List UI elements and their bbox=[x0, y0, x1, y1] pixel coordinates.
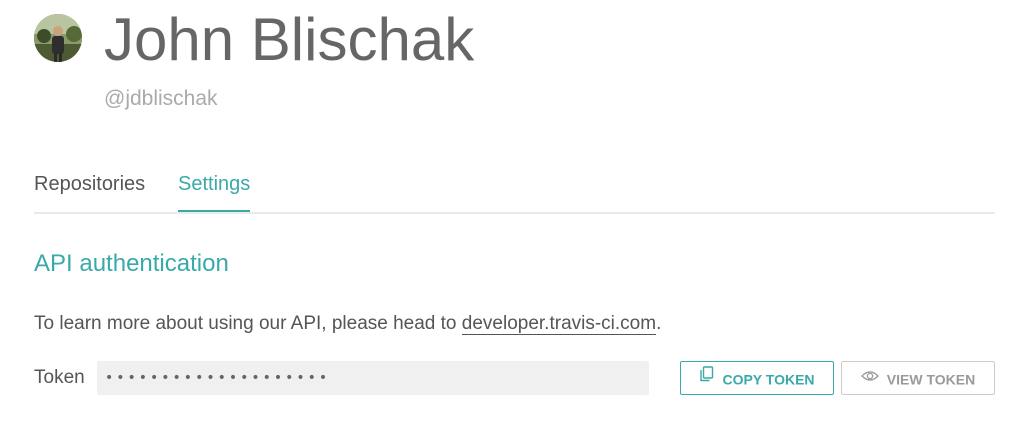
developer-docs-link[interactable]: developer.travis-ci.com bbox=[461, 313, 657, 335]
view-token-button[interactable]: VIEW TOKEN bbox=[841, 361, 995, 395]
api-description: To learn more about using our API, pleas… bbox=[34, 310, 661, 338]
token-label: Token bbox=[34, 367, 85, 388]
view-token-label: VIEW TOKEN bbox=[886, 371, 976, 388]
copy-icon bbox=[699, 361, 714, 393]
avatar bbox=[34, 14, 82, 62]
token-field[interactable]: •••••••••••••••••••• bbox=[97, 361, 649, 395]
profile-tabs: Repositories Settings bbox=[34, 168, 995, 214]
copy-token-button[interactable]: COPY TOKEN bbox=[680, 361, 834, 395]
api-description-suffix: . bbox=[656, 313, 662, 334]
eye-icon bbox=[860, 361, 879, 393]
profile-handle: @jdblischak bbox=[104, 87, 218, 110]
api-description-prefix: To learn more about using our API, pleas… bbox=[34, 313, 462, 334]
api-section-title: API authentication bbox=[34, 250, 229, 277]
profile-name: John Blischak bbox=[104, 6, 475, 73]
tab-repositories[interactable]: Repositories bbox=[34, 168, 145, 200]
tab-settings[interactable]: Settings bbox=[178, 168, 251, 212]
avatar-photo bbox=[34, 14, 82, 62]
copy-token-label: COPY TOKEN bbox=[722, 371, 815, 388]
